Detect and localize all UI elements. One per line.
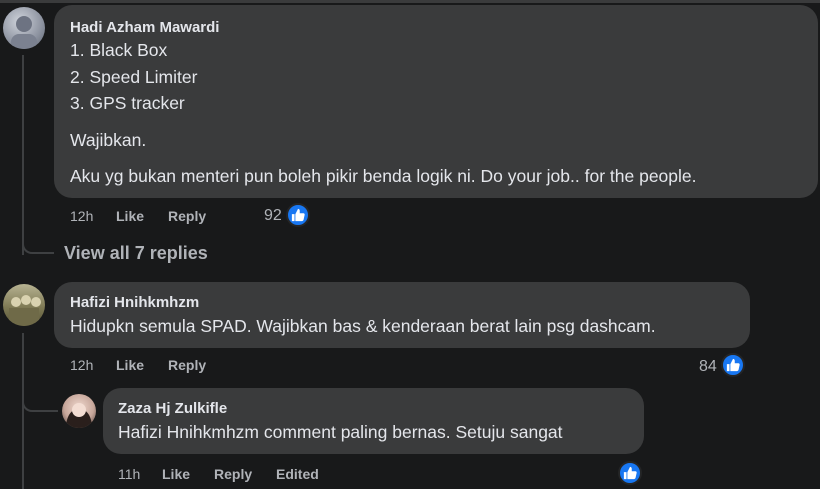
avatar-image-icon — [66, 403, 92, 428]
thread-elbow — [22, 388, 58, 412]
reply-time[interactable]: 11h — [118, 466, 140, 482]
comment-author[interactable]: Hafizi Hnihkmhzm — [70, 294, 199, 311]
like-button[interactable]: Like — [162, 466, 190, 482]
avatar[interactable] — [3, 7, 45, 49]
reply-text: Hafizi Hnihkmhzm comment paling bernas. … — [118, 422, 563, 442]
comment-paragraph: Aku yg bukan menteri pun boleh pikir ben… — [70, 166, 697, 186]
avatar-image-icon — [11, 16, 37, 49]
reaction-count[interactable]: 92 — [264, 207, 282, 225]
like-reaction-icon[interactable] — [618, 461, 642, 485]
comment-author[interactable]: Hadi Azham Mawardi — [70, 19, 219, 36]
thumbs-up-icon — [291, 208, 305, 222]
like-button[interactable]: Like — [116, 208, 144, 224]
thread-line — [22, 55, 24, 255]
reply-button[interactable]: Reply — [214, 466, 252, 482]
like-reaction-icon[interactable] — [286, 203, 310, 227]
avatar-image-icon — [9, 295, 41, 326]
view-all-replies-link[interactable]: View all 7 replies — [64, 243, 208, 264]
comment-paragraph: Wajibkan. — [70, 130, 147, 150]
avatar[interactable] — [62, 394, 96, 428]
top-divider — [0, 0, 820, 3]
edited-label: Edited — [276, 466, 319, 482]
like-reaction-icon[interactable] — [721, 353, 745, 377]
comment-line: 1. Black Box — [70, 40, 168, 60]
comment-text: Hidupkn semula SPAD. Wajibkan bas & kend… — [70, 316, 656, 336]
reaction-count[interactable]: 84 — [699, 358, 717, 376]
reply-button[interactable]: Reply — [168, 208, 206, 224]
avatar[interactable] — [3, 284, 45, 326]
thumbs-up-icon — [726, 358, 740, 372]
thumbs-up-icon — [623, 466, 637, 480]
comment-line: 2. Speed Limiter — [70, 67, 198, 87]
like-button[interactable]: Like — [116, 357, 144, 373]
thread-line — [22, 333, 24, 489]
comment-line: 3. GPS tracker — [70, 93, 185, 113]
thread-elbow — [22, 232, 54, 254]
reply-button[interactable]: Reply — [168, 357, 206, 373]
comment-time[interactable]: 12h — [70, 208, 93, 224]
comment-time[interactable]: 12h — [70, 357, 93, 373]
reply-author[interactable]: Zaza Hj Zulkifle — [118, 400, 227, 417]
